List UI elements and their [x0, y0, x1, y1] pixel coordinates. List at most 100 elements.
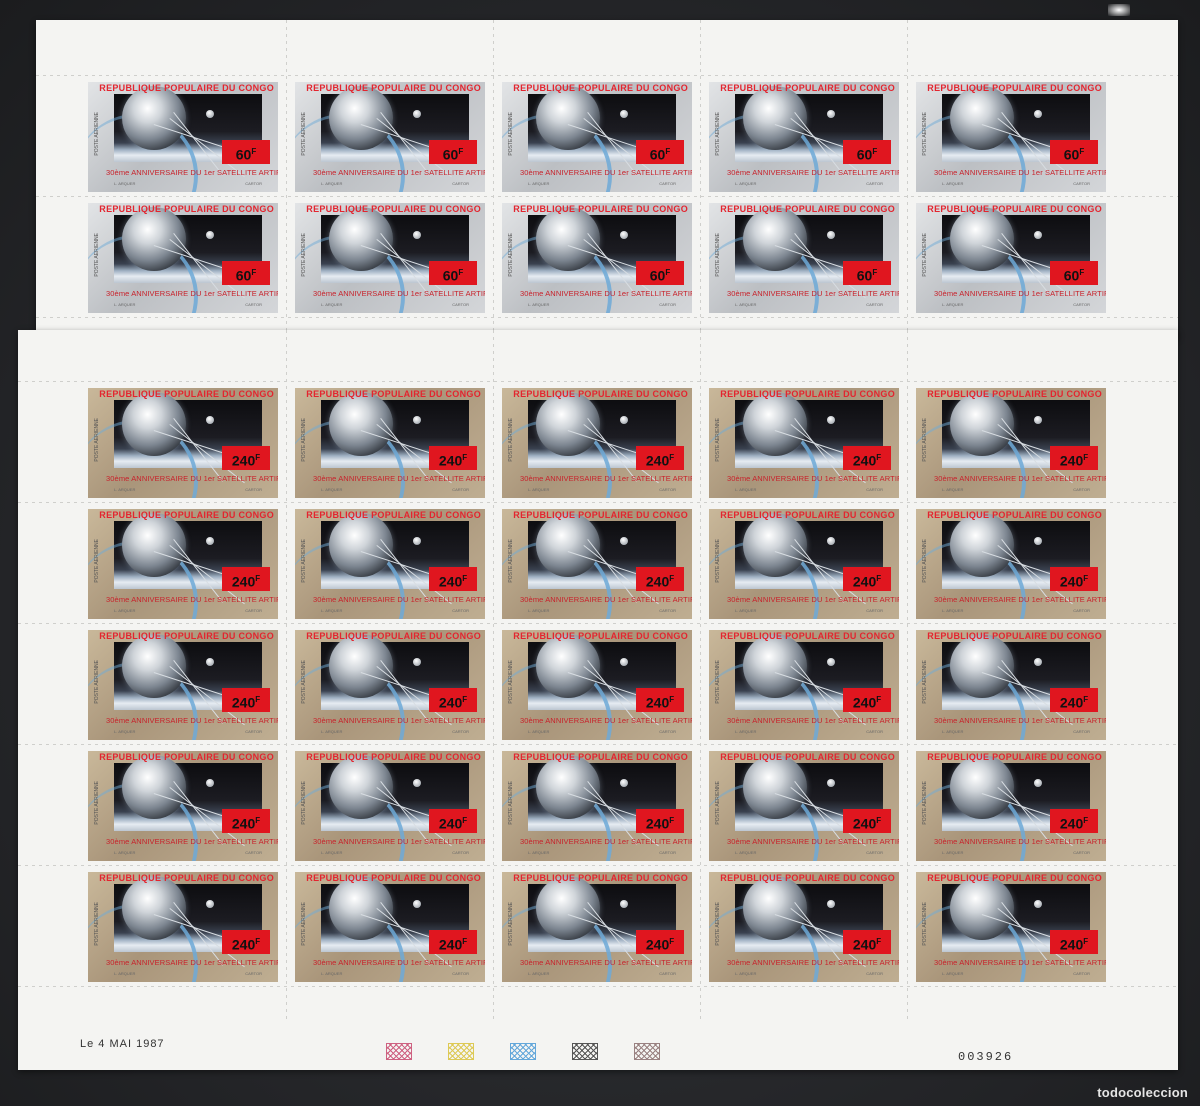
stamp: REPUBLIQUE POPULAIRE DU CONGO POSTE AERIE…	[709, 203, 899, 313]
airmail-text: POSTE AERIENNE	[922, 539, 928, 583]
sheet-number: 003926	[958, 1050, 1014, 1064]
printer-imprint: CARTOR	[659, 487, 676, 492]
satellite-sphere	[329, 513, 393, 577]
stamp-caption: 30ème ANNIVERSAIRE DU 1er SATELLITE ARTI…	[313, 595, 485, 604]
airmail-text: POSTE AERIENNE	[508, 781, 514, 825]
airmail-text: POSTE AERIENNE	[301, 660, 307, 704]
country-name: REPUBLIQUE POPULAIRE DU CONGO	[306, 510, 481, 520]
small-satellite	[1034, 416, 1042, 424]
perforation	[18, 744, 1178, 745]
satellite-sphere	[536, 755, 600, 819]
stamp: REPUBLIQUE POPULAIRE DU CONGO POSTE AERIE…	[295, 203, 485, 313]
face-value: 240F	[222, 567, 270, 591]
satellite-sphere	[122, 513, 186, 577]
satellite-sphere	[122, 86, 186, 150]
printer-imprint: CARTOR	[866, 608, 883, 613]
airmail-text: POSTE AERIENNE	[301, 112, 307, 156]
satellite-sphere	[329, 86, 393, 150]
small-satellite	[1034, 110, 1042, 118]
stamp: REPUBLIQUE POPULAIRE DU CONGO POSTE AERIE…	[709, 630, 899, 740]
satellite-sphere	[122, 207, 186, 271]
face-value: 240F	[222, 446, 270, 470]
airmail-text: POSTE AERIENNE	[94, 660, 100, 704]
satellite-sphere	[743, 207, 807, 271]
face-value: 240F	[636, 809, 684, 833]
satellite-sphere	[536, 634, 600, 698]
airmail-text: POSTE AERIENNE	[922, 112, 928, 156]
country-name: REPUBLIQUE POPULAIRE DU CONGO	[720, 873, 895, 883]
stamp: REPUBLIQUE POPULAIRE DU CONGO POSTE AERIE…	[295, 872, 485, 982]
perforation	[18, 986, 1178, 987]
printer-imprint: CARTOR	[245, 302, 262, 307]
face-value: 240F	[429, 688, 477, 712]
printer-imprint: CARTOR	[659, 302, 676, 307]
printer-imprint: CARTOR	[659, 608, 676, 613]
stamp: REPUBLIQUE POPULAIRE DU CONGO POSTE AERIE…	[502, 872, 692, 982]
country-name: REPUBLIQUE POPULAIRE DU CONGO	[720, 510, 895, 520]
stamp: REPUBLIQUE POPULAIRE DU CONGO POSTE AERIE…	[88, 630, 278, 740]
designer-imprint: L. ARQUER	[114, 302, 136, 307]
face-value: 240F	[429, 930, 477, 954]
small-satellite	[827, 779, 835, 787]
stamp-caption: 30ème ANNIVERSAIRE DU 1er SATELLITE ARTI…	[520, 595, 692, 604]
stamp: REPUBLIQUE POPULAIRE DU CONGO POSTE AERIE…	[709, 872, 899, 982]
printer-imprint: CARTOR	[1073, 608, 1090, 613]
stamp: REPUBLIQUE POPULAIRE DU CONGO POSTE AERIE…	[502, 630, 692, 740]
stamp-caption: 30ème ANNIVERSAIRE DU 1er SATELLITE ARTI…	[106, 958, 278, 967]
designer-imprint: L. ARQUER	[528, 487, 550, 492]
designer-imprint: L. ARQUER	[528, 181, 550, 186]
designer-imprint: L. ARQUER	[321, 302, 343, 307]
airmail-text: POSTE AERIENNE	[94, 418, 100, 462]
face-value: 240F	[636, 688, 684, 712]
printer-imprint: CARTOR	[659, 729, 676, 734]
color-registration-box	[386, 1043, 412, 1060]
designer-imprint: L. ARQUER	[528, 608, 550, 613]
airmail-text: POSTE AERIENNE	[301, 539, 307, 583]
designer-imprint: L. ARQUER	[114, 729, 136, 734]
stamp-caption: 30ème ANNIVERSAIRE DU 1er SATELLITE ARTI…	[934, 595, 1106, 604]
airmail-text: POSTE AERIENNE	[508, 539, 514, 583]
small-satellite	[413, 416, 421, 424]
printer-imprint: CARTOR	[1073, 850, 1090, 855]
stamp: REPUBLIQUE POPULAIRE DU CONGO POSTE AERIE…	[916, 203, 1106, 313]
country-name: REPUBLIQUE POPULAIRE DU CONGO	[513, 873, 688, 883]
printer-imprint: CARTOR	[452, 729, 469, 734]
stamp: REPUBLIQUE POPULAIRE DU CONGO POSTE AERIE…	[916, 388, 1106, 498]
color-registration-box	[634, 1043, 660, 1060]
designer-imprint: L. ARQUER	[735, 729, 757, 734]
small-satellite	[827, 900, 835, 908]
satellite-sphere	[329, 207, 393, 271]
stamp-caption: 30ème ANNIVERSAIRE DU 1er SATELLITE ARTI…	[313, 168, 485, 177]
face-value: 240F	[636, 567, 684, 591]
printer-imprint: CARTOR	[245, 971, 262, 976]
light-reflection	[1108, 4, 1130, 16]
stamp-caption: 30ème ANNIVERSAIRE DU 1er SATELLITE ARTI…	[520, 837, 692, 846]
small-satellite	[206, 416, 214, 424]
perforation	[907, 20, 908, 338]
country-name: REPUBLIQUE POPULAIRE DU CONGO	[306, 389, 481, 399]
country-name: REPUBLIQUE POPULAIRE DU CONGO	[99, 389, 274, 399]
country-name: REPUBLIQUE POPULAIRE DU CONGO	[927, 83, 1102, 93]
stamp-caption: 30ème ANNIVERSAIRE DU 1er SATELLITE ARTI…	[934, 474, 1106, 483]
stamp: REPUBLIQUE POPULAIRE DU CONGO POSTE AERIE…	[88, 82, 278, 192]
small-satellite	[206, 900, 214, 908]
small-satellite	[413, 110, 421, 118]
stamp: REPUBLIQUE POPULAIRE DU CONGO POSTE AERIE…	[88, 509, 278, 619]
designer-imprint: L. ARQUER	[321, 850, 343, 855]
small-satellite	[827, 110, 835, 118]
airmail-text: POSTE AERIENNE	[922, 902, 928, 946]
face-value: 240F	[636, 930, 684, 954]
printer-imprint: CARTOR	[659, 971, 676, 976]
satellite-sphere	[950, 876, 1014, 940]
designer-imprint: L. ARQUER	[942, 302, 964, 307]
country-name: REPUBLIQUE POPULAIRE DU CONGO	[513, 389, 688, 399]
stamp-caption: 30ème ANNIVERSAIRE DU 1er SATELLITE ARTI…	[727, 474, 899, 483]
satellite-sphere	[329, 392, 393, 456]
color-registration-box	[448, 1043, 474, 1060]
printer-imprint: CARTOR	[866, 302, 883, 307]
satellite-sphere	[122, 755, 186, 819]
perforation	[493, 330, 494, 1020]
satellite-sphere	[536, 86, 600, 150]
perforation	[286, 330, 287, 1020]
stamp-caption: 30ème ANNIVERSAIRE DU 1er SATELLITE ARTI…	[934, 837, 1106, 846]
